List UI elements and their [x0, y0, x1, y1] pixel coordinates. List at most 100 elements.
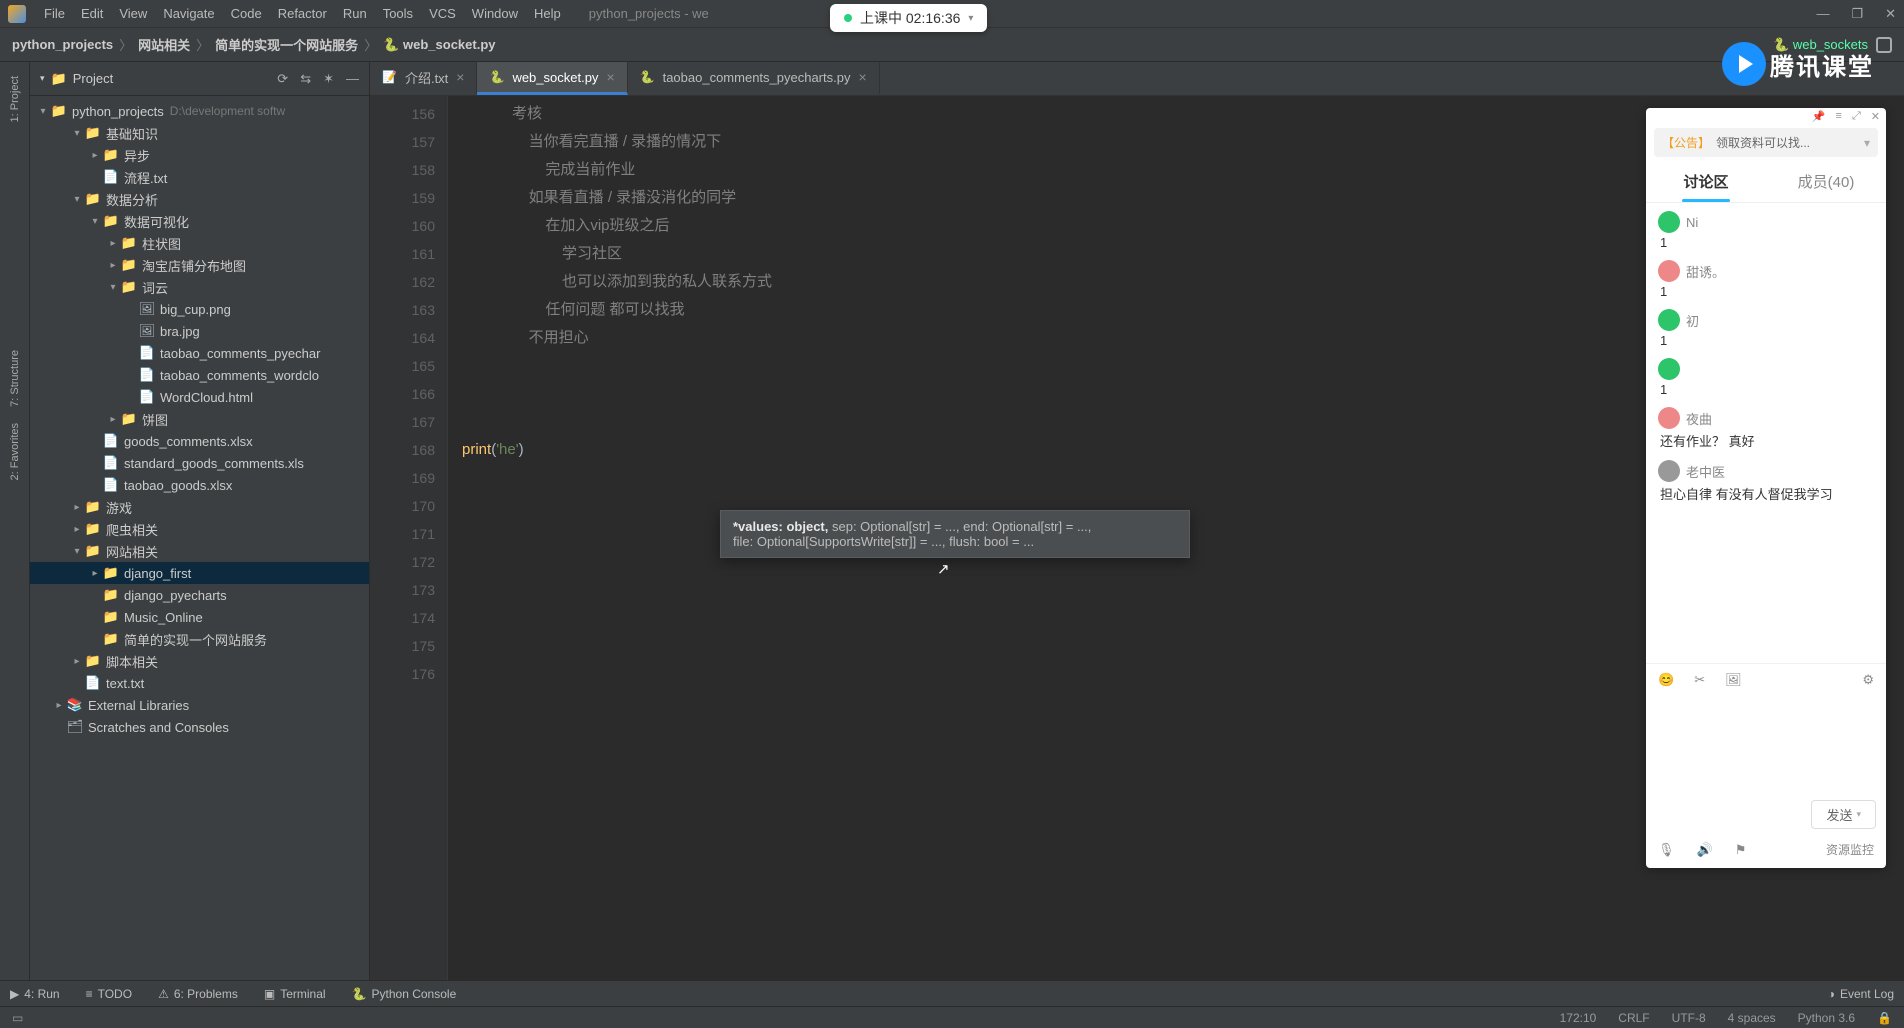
- crumb-file[interactable]: 🐍 web_socket.py: [383, 37, 495, 53]
- chat-message: 甜诱。1: [1658, 260, 1874, 299]
- resource-monitor[interactable]: 资源监控: [1826, 841, 1874, 858]
- rail-structure[interactable]: 7: Structure: [9, 350, 21, 407]
- indent[interactable]: 4 spaces: [1728, 1011, 1776, 1025]
- minimize-button[interactable]: —: [1816, 6, 1829, 22]
- send-button[interactable]: 发送: [1811, 800, 1876, 829]
- tab-problems[interactable]: ⚠6: Problems: [158, 987, 238, 1001]
- tree-item[interactable]: ·📄WordCloud.html: [30, 386, 369, 408]
- lock-icon[interactable]: 🔒: [1877, 1011, 1892, 1025]
- tab-run[interactable]: ▶4: Run: [10, 987, 60, 1001]
- cursor-position[interactable]: 172:10: [1560, 1011, 1597, 1025]
- gear-icon[interactable]: ⚙: [1862, 672, 1874, 688]
- menu-code[interactable]: Code: [223, 0, 270, 27]
- tree-item[interactable]: ▾📁词云: [30, 276, 369, 298]
- search-icon[interactable]: [1876, 37, 1892, 53]
- close-icon[interactable]: ✕: [1871, 110, 1880, 126]
- tree-item[interactable]: ▸📁柱状图: [30, 232, 369, 254]
- tree-item[interactable]: ·📄text.txt: [30, 672, 369, 694]
- tree-item[interactable]: ▸📁脚本相关: [30, 650, 369, 672]
- volume-icon[interactable]: 🔊: [1697, 842, 1713, 858]
- tree-item[interactable]: ▾📁基础知识: [30, 122, 369, 144]
- menu-navigate[interactable]: Navigate: [155, 0, 222, 27]
- file-icon: 📝: [382, 70, 397, 84]
- tool-hide-icon[interactable]: —: [346, 71, 359, 87]
- avatar-icon: [1658, 358, 1680, 380]
- menu-edit[interactable]: Edit: [73, 0, 111, 27]
- tree-item[interactable]: ·📁Music_Online: [30, 606, 369, 628]
- maximize-button[interactable]: ❐: [1851, 6, 1863, 22]
- menu-file[interactable]: File: [36, 0, 73, 27]
- menu-view[interactable]: View: [111, 0, 155, 27]
- tree-item[interactable]: ·📁简单的实现一个网站服务: [30, 628, 369, 650]
- encoding[interactable]: UTF-8: [1672, 1011, 1706, 1025]
- tool-collapse-icon[interactable]: ⇆: [300, 71, 311, 87]
- tool-settings-icon[interactable]: ✶: [323, 71, 334, 87]
- tree-item[interactable]: ·📄goods_comments.xlsx: [30, 430, 369, 452]
- tree-item[interactable]: ·📄taobao_goods.xlsx: [30, 474, 369, 496]
- tree-root[interactable]: ▾📁 python_projects D:\development softw: [30, 100, 369, 122]
- scissors-icon[interactable]: ✂: [1694, 672, 1705, 688]
- menu-icon[interactable]: ≡: [1836, 110, 1842, 126]
- close-icon[interactable]: ×: [606, 69, 614, 85]
- emoji-icon[interactable]: 😊: [1658, 672, 1674, 688]
- status-icon[interactable]: ▭: [12, 1011, 23, 1025]
- tree-item[interactable]: ▸📚External Libraries: [30, 694, 369, 716]
- rail-favorites[interactable]: 2: Favorites: [9, 423, 21, 480]
- tool-refresh-icon[interactable]: ⟳: [277, 71, 288, 87]
- flag-icon[interactable]: ⚑: [1735, 842, 1747, 858]
- tree-item[interactable]: ·🗂Scratches and Consoles: [30, 716, 369, 738]
- tree-item[interactable]: ▾📁网站相关: [30, 540, 369, 562]
- menu-refactor[interactable]: Refactor: [270, 0, 335, 27]
- sidebar-title[interactable]: 📁 Project: [40, 71, 113, 87]
- tree-item[interactable]: ·📄流程.txt: [30, 166, 369, 188]
- crumb-project[interactable]: python_projects: [12, 37, 113, 52]
- pin-icon[interactable]: 📌: [1812, 110, 1826, 126]
- expand-icon[interactable]: ⤢: [1852, 110, 1861, 126]
- image-icon[interactable]: 🖼: [1725, 672, 1742, 688]
- tab-python-console[interactable]: 🐍Python Console: [352, 987, 457, 1001]
- tab-event-log[interactable]: ◑Event Log: [1828, 987, 1894, 1001]
- chat-input[interactable]: [1646, 696, 1886, 796]
- mic-icon[interactable]: 🎙: [1658, 842, 1675, 858]
- announcement-bar[interactable]: 【公告】 领取资料可以找... ▾: [1654, 128, 1878, 157]
- menu-help[interactable]: Help: [526, 0, 569, 27]
- crumb-folder1[interactable]: 网站相关: [138, 35, 190, 54]
- crumb-folder2[interactable]: 简单的实现一个网站服务: [215, 35, 358, 54]
- tab-todo[interactable]: ≡TODO: [86, 987, 132, 1001]
- tree-item[interactable]: ▸📁淘宝店铺分布地图: [30, 254, 369, 276]
- live-status-pill[interactable]: 上课中 02:16:36 ▾: [830, 4, 987, 32]
- tree-item[interactable]: ▾📁数据分析: [30, 188, 369, 210]
- chat-message: 初1: [1658, 309, 1874, 348]
- menu-vcs[interactable]: VCS: [421, 0, 464, 27]
- tree-item[interactable]: ▸📁饼图: [30, 408, 369, 430]
- tree-item[interactable]: ·🖼big_cup.png: [30, 298, 369, 320]
- tree-item[interactable]: ▾📁数据可视化: [30, 210, 369, 232]
- tree-item[interactable]: ·🖼bra.jpg: [30, 320, 369, 342]
- app-logo-icon: [8, 5, 26, 23]
- tab-1[interactable]: 🐍web_socket.py×: [477, 62, 627, 95]
- tab-terminal[interactable]: ▣Terminal: [264, 987, 326, 1001]
- menu-run[interactable]: Run: [335, 0, 375, 27]
- tab-2[interactable]: 🐍taobao_comments_pyecharts.py×: [628, 62, 880, 95]
- tab-members[interactable]: 成员(40): [1766, 161, 1886, 202]
- tree-item[interactable]: ▸📁django_first: [30, 562, 369, 584]
- tree-item[interactable]: ▸📁爬虫相关: [30, 518, 369, 540]
- sidebar-header: 📁 Project ⟳ ⇆ ✶ —: [30, 62, 369, 96]
- tree-item[interactable]: ·📄taobao_comments_pyechar: [30, 342, 369, 364]
- menu-tools[interactable]: Tools: [375, 0, 421, 27]
- tree-item[interactable]: ·📁django_pyecharts: [30, 584, 369, 606]
- menu-window[interactable]: Window: [464, 0, 526, 27]
- tree-item[interactable]: ▸📁游戏: [30, 496, 369, 518]
- play-icon: [1722, 42, 1766, 86]
- close-button[interactable]: ✕: [1885, 6, 1896, 22]
- close-icon[interactable]: ×: [456, 69, 464, 85]
- rail-project[interactable]: 1: Project: [9, 76, 21, 122]
- tree-item[interactable]: ·📄taobao_comments_wordclo: [30, 364, 369, 386]
- close-icon[interactable]: ×: [858, 69, 866, 85]
- tab-discuss[interactable]: 讨论区: [1646, 161, 1766, 202]
- line-separator[interactable]: CRLF: [1618, 1011, 1649, 1025]
- tree-item[interactable]: ▸📁异步: [30, 144, 369, 166]
- interpreter[interactable]: Python 3.6: [1798, 1011, 1855, 1025]
- tree-item[interactable]: ·📄standard_goods_comments.xls: [30, 452, 369, 474]
- tab-0[interactable]: 📝介绍.txt×: [370, 62, 477, 95]
